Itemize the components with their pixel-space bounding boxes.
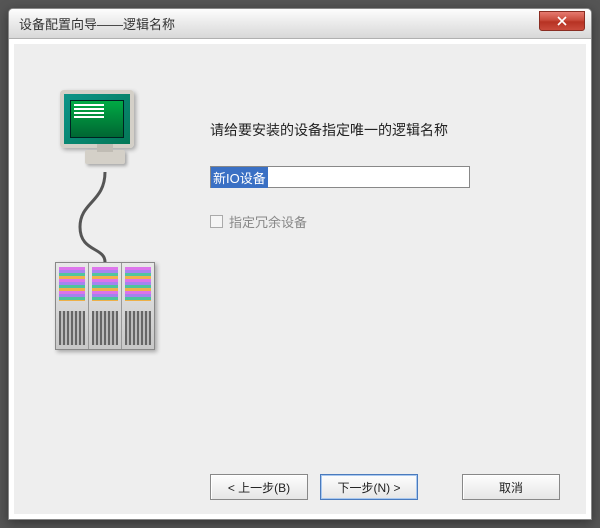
window-title: 设备配置向导——逻辑名称: [19, 14, 539, 33]
button-row: < 上一步(B) 下一步(N) > 取消: [40, 460, 560, 500]
content-area: 请给要安装的设备指定唯一的逻辑名称 新IO设备 指定冗余设备 < 上一步(B) …: [13, 43, 587, 515]
input-selected-text: 新IO设备: [211, 167, 268, 188]
close-icon: [557, 16, 567, 26]
monitor-icon: [60, 90, 150, 168]
logical-name-input[interactable]: 新IO设备: [210, 166, 470, 188]
cancel-button[interactable]: 取消: [462, 474, 560, 500]
close-button[interactable]: [539, 11, 585, 31]
instruction-label: 请给要安装的设备指定唯一的逻辑名称: [210, 120, 560, 140]
next-button[interactable]: 下一步(N) >: [320, 474, 418, 500]
back-button[interactable]: < 上一步(B): [210, 474, 308, 500]
wizard-window: 设备配置向导——逻辑名称 请给要安装的设备指定唯一的逻辑名称 新IO设备: [8, 8, 592, 520]
redundant-checkbox-row: 指定冗余设备: [210, 212, 560, 231]
redundant-checkbox[interactable]: [210, 215, 223, 228]
wizard-illustration: [40, 70, 170, 460]
form-area: 请给要安装的设备指定唯一的逻辑名称 新IO设备 指定冗余设备: [210, 70, 560, 460]
main-area: 请给要安装的设备指定唯一的逻辑名称 新IO设备 指定冗余设备: [40, 70, 560, 460]
server-rack-icon: [55, 262, 155, 350]
redundant-checkbox-label: 指定冗余设备: [229, 212, 307, 231]
cable-icon: [75, 172, 135, 262]
titlebar: 设备配置向导——逻辑名称: [9, 9, 591, 39]
